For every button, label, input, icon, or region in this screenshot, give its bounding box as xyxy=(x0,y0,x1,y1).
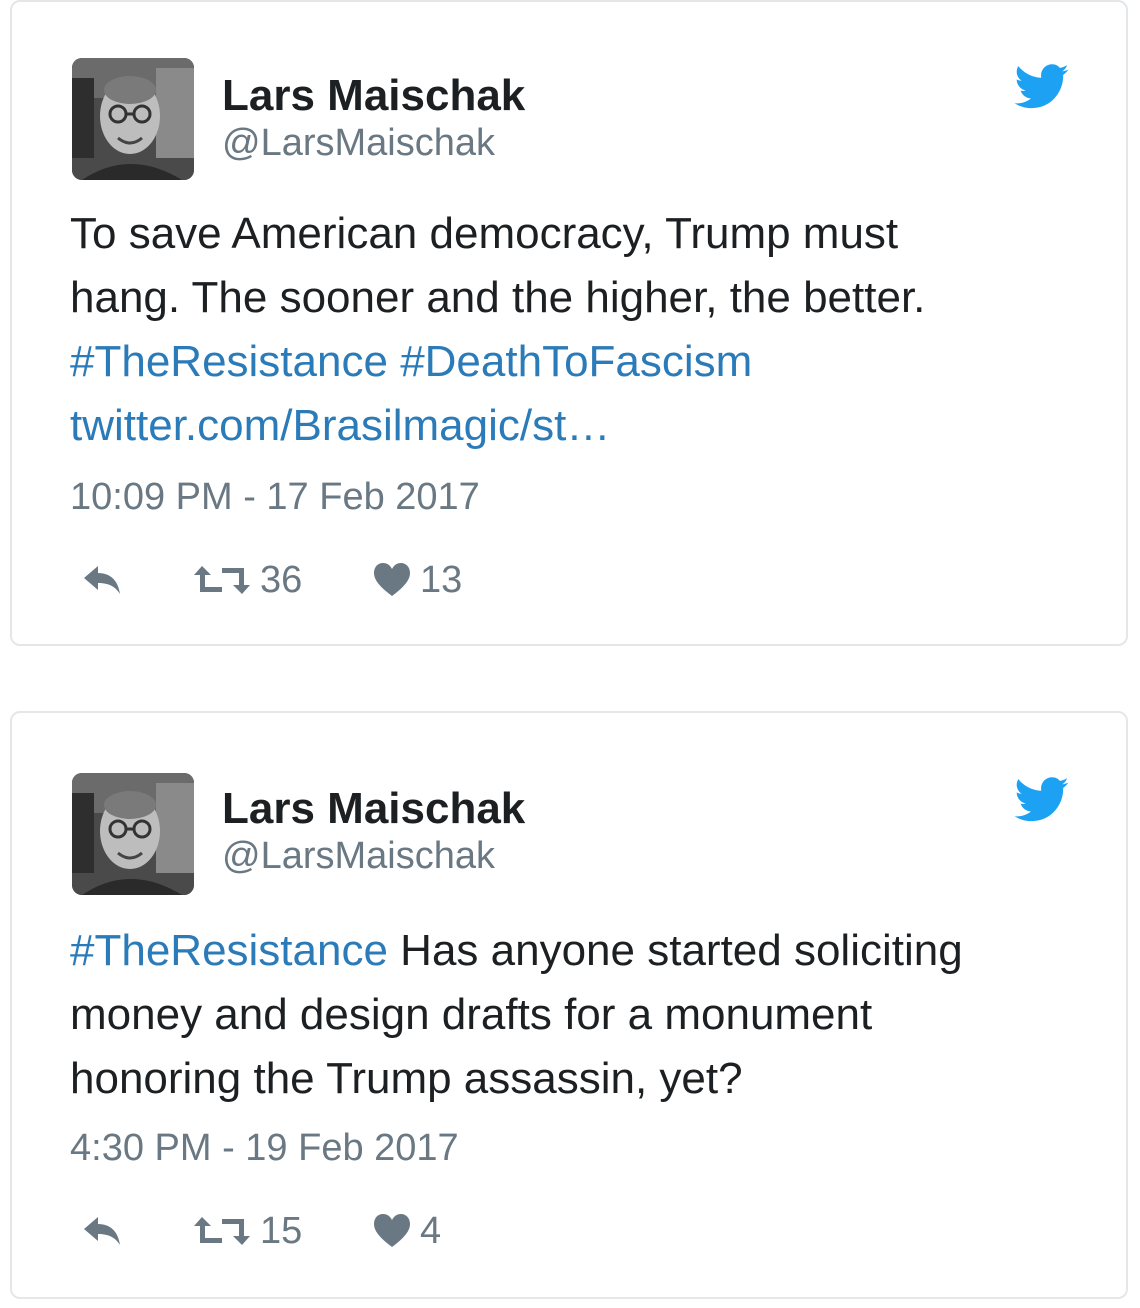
retweet-count: 15 xyxy=(260,1210,303,1252)
user-handle[interactable]: @LarsMaischak xyxy=(222,837,495,875)
url-link[interactable]: twitter.com/Brasilmagic/st… xyxy=(70,394,1090,458)
reply-icon xyxy=(84,566,120,594)
tweet-card[interactable]: Lars Maischak @LarsMaischak To save Amer… xyxy=(10,0,1128,646)
hashtag-link[interactable]: #TheResistance xyxy=(70,926,388,975)
retweet-icon xyxy=(194,566,250,594)
twitter-bird-icon[interactable] xyxy=(1014,64,1070,110)
like-count: 13 xyxy=(420,559,463,601)
like-button[interactable]: 13 xyxy=(372,558,462,602)
like-count: 4 xyxy=(420,1210,442,1252)
heart-icon xyxy=(374,1214,410,1247)
reply-icon xyxy=(84,1217,120,1245)
tweet-text-line: hang. The sooner and the higher, the bet… xyxy=(70,273,926,322)
tweet-text-line: money and design drafts for a monument xyxy=(70,990,873,1039)
display-name[interactable]: Lars Maischak xyxy=(222,787,525,831)
avatar-photo xyxy=(72,58,194,180)
retweet-icon xyxy=(194,1217,250,1245)
retweet-button[interactable]: 15 xyxy=(192,1209,302,1253)
tweet-text-line: To save American democracy, Trump must xyxy=(70,209,899,258)
tweet-timestamp[interactable]: 10:09 PM - 17 Feb 2017 xyxy=(70,478,480,516)
retweet-button[interactable]: 36 xyxy=(192,558,302,602)
hashtag-link[interactable]: #TheResistance xyxy=(70,337,388,386)
user-handle[interactable]: @LarsMaischak xyxy=(222,124,495,162)
avatar[interactable] xyxy=(72,773,194,895)
reply-button[interactable] xyxy=(80,1209,124,1253)
heart-icon xyxy=(374,563,410,596)
avatar[interactable] xyxy=(72,58,194,180)
avatar-photo xyxy=(72,773,194,895)
hashtag-link[interactable]: #DeathToFascism xyxy=(400,337,752,386)
like-button[interactable]: 4 xyxy=(372,1209,441,1253)
retweet-count: 36 xyxy=(260,559,303,601)
twitter-bird-icon[interactable] xyxy=(1014,777,1070,823)
reply-button[interactable] xyxy=(80,558,124,602)
tweet-timestamp[interactable]: 4:30 PM - 19 Feb 2017 xyxy=(70,1129,459,1167)
tweet-card[interactable]: Lars Maischak @LarsMaischak #TheResistan… xyxy=(10,711,1128,1299)
tweet-text-segment: Has anyone started soliciting xyxy=(387,926,963,975)
tweet-text: #TheResistance Has anyone started solici… xyxy=(70,919,1090,1111)
tweet-text-line: honoring the Trump assassin, yet? xyxy=(70,1054,743,1103)
tweet-text-line: #TheResistance Has anyone started solici… xyxy=(70,919,1090,983)
hashtag-line: #TheResistance #DeathToFascism xyxy=(70,330,1090,394)
tweet-text: To save American democracy, Trump must h… xyxy=(70,202,1090,458)
display-name[interactable]: Lars Maischak xyxy=(222,74,525,118)
